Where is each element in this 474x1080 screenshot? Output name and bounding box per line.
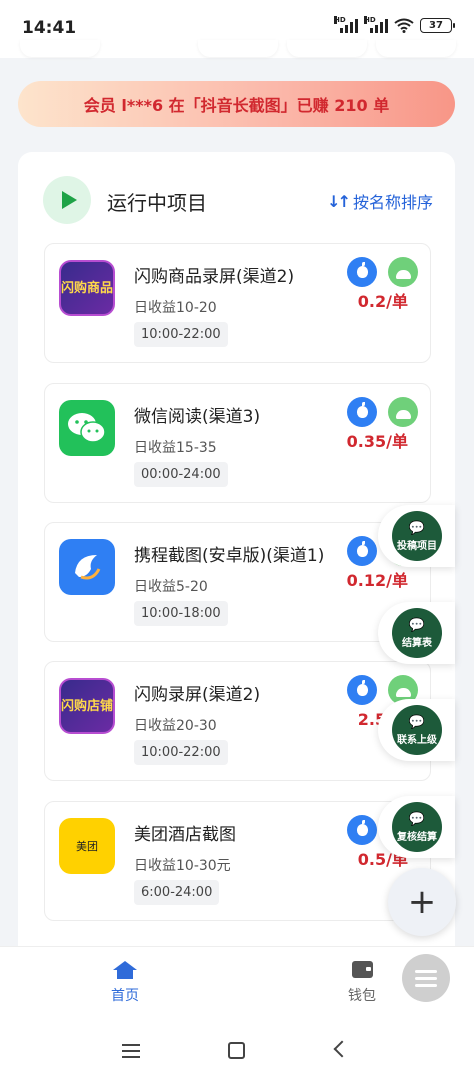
nav-wallet-label: 钱包 [348, 988, 376, 1004]
apple-icon [347, 397, 377, 427]
platform-icons [347, 397, 418, 427]
settlement-sheet-badge: 💬 结算表 [392, 608, 442, 658]
contact-superior-button[interactable]: 💬 联系上级 [378, 699, 455, 761]
project-name: 闪购录屏(渠道2) [134, 685, 261, 705]
wallet-icon [351, 961, 373, 978]
apple-icon [347, 675, 377, 705]
play-icon [43, 176, 91, 224]
project-hours: 00:00-24:00 [134, 462, 228, 487]
floating-menu-button[interactable] [402, 954, 450, 1002]
review-settlement-badge: 💬 复核结算 [392, 802, 442, 852]
nav-home-label: 首页 [111, 988, 139, 1004]
wifi-icon [394, 18, 414, 33]
apple-icon [347, 815, 377, 845]
project-income: 日收益15-35 [134, 440, 217, 456]
wechat-icon [59, 400, 115, 456]
apple-icon [347, 257, 377, 287]
shangou-goods-icon: 闪购商品 [59, 260, 115, 316]
home-square-icon[interactable] [228, 1042, 245, 1059]
project-income: 日收益20-30 [134, 718, 217, 734]
submit-project-badge: 💬 投稿项目 [392, 511, 442, 561]
project-price: 0.2/单 [357, 292, 408, 311]
category-tab[interactable] [376, 40, 456, 57]
shangou-store-icon: 闪购店铺 [59, 678, 115, 734]
ctrip-dolphin-icon [59, 539, 115, 595]
recent-apps-icon[interactable] [122, 1044, 140, 1058]
section-title: 运行中项目 [107, 191, 207, 215]
project-name: 微信阅读(渠道3) [134, 407, 261, 427]
project-hours: 10:00-18:00 [134, 601, 228, 626]
android-icon [388, 397, 418, 427]
chat-chart-icon: 💬 [408, 520, 426, 536]
status-time: 14:41 [22, 18, 77, 38]
category-tab[interactable] [198, 40, 278, 57]
nav-wallet[interactable]: 钱包 [332, 961, 392, 1005]
signal-icon: HD [364, 15, 388, 33]
section-header: 运行中项目 ↓↑ 按名称排序 [43, 176, 433, 224]
sort-label: 按名称排序 [352, 193, 433, 212]
project-hours: 6:00-24:00 [134, 880, 220, 905]
project-income: 日收益10-20 [134, 300, 217, 316]
chat-chart-icon: 💬 [408, 617, 426, 633]
sort-icon: ↓↑ [327, 191, 351, 211]
system-nav-bar [0, 1022, 474, 1080]
project-card[interactable]: 闪购店铺 闪购录屏(渠道2) 日收益20-30 10:00-22:00 2.5/… [44, 661, 431, 781]
project-income: 日收益5-20 [134, 579, 208, 595]
project-name: 携程截图(安卓版)(渠道1) [134, 546, 325, 566]
project-name: 闪购商品录屏(渠道2) [134, 267, 295, 287]
project-hours: 10:00-22:00 [134, 740, 228, 765]
apple-icon [347, 536, 377, 566]
project-price: 0.35/单 [346, 432, 408, 451]
project-price: 0.12/单 [346, 571, 408, 590]
sort-by-name-button[interactable]: ↓↑ 按名称排序 [327, 189, 433, 213]
platform-icons [347, 257, 418, 287]
home-icon [113, 961, 137, 979]
project-income: 日收益10-30元 [134, 858, 231, 874]
category-tab[interactable] [287, 40, 367, 57]
signal-icon: HD [334, 15, 358, 33]
battery-icon: 37 [420, 18, 455, 33]
add-button[interactable]: + [388, 868, 456, 936]
back-icon[interactable] [333, 1040, 351, 1058]
category-tab[interactable] [20, 40, 100, 57]
status-icons: HD HD 37 [334, 15, 455, 33]
submit-project-button[interactable]: 💬 投稿项目 [378, 505, 455, 567]
project-hours: 10:00-22:00 [134, 322, 228, 347]
android-icon [388, 257, 418, 287]
meituan-icon: 美团 [59, 818, 115, 874]
chat-chart-icon: 💬 [408, 811, 426, 827]
review-settlement-button[interactable]: 💬 复核结算 [378, 796, 455, 858]
project-card[interactable]: 携程截图(安卓版)(渠道1) 日收益5-20 10:00-18:00 0.12/… [44, 522, 431, 642]
project-card[interactable]: 微信阅读(渠道3) 日收益15-35 00:00-24:00 0.35/单 [44, 383, 431, 503]
project-card[interactable]: 闪购商品 闪购商品录屏(渠道2) 日收益10-20 10:00-22:00 0.… [44, 243, 431, 363]
top-category-tabs [0, 40, 474, 60]
project-card[interactable]: 美团 美团酒店截图 日收益10-30元 6:00-24:00 0.5/单 [44, 801, 431, 921]
nav-home[interactable]: 首页 [95, 961, 155, 1005]
contact-superior-badge: 💬 联系上级 [392, 705, 442, 755]
settlement-sheet-button[interactable]: 💬 结算表 [378, 602, 455, 664]
earnings-ticker-banner[interactable]: 会员 l***6 在「抖音长截图」已赚 210 单 [18, 81, 455, 127]
chat-chart-icon: 💬 [408, 714, 426, 730]
project-name: 美团酒店截图 [134, 825, 236, 845]
